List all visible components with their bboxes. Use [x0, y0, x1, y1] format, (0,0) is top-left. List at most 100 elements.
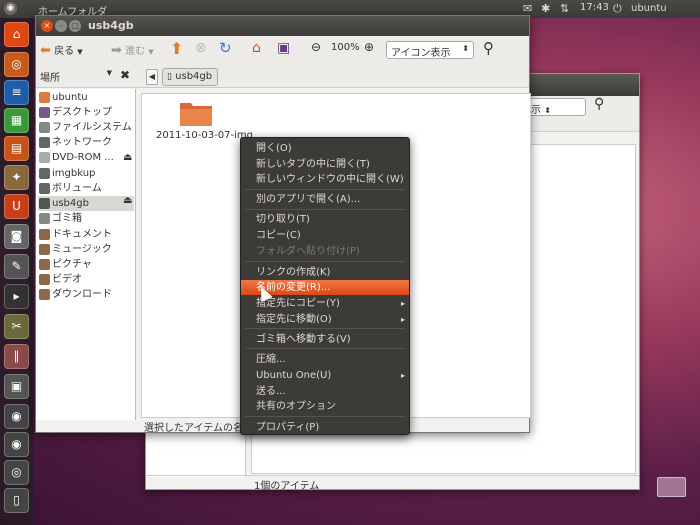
- bluetooth-icon[interactable]: ✱: [541, 2, 550, 15]
- firefox-icon[interactable]: ◎: [4, 52, 29, 77]
- forward-arrow-icon: ➡: [111, 43, 122, 58]
- sidebar-item-2[interactable]: ファイルシステム: [38, 120, 134, 135]
- usb-drive-icon[interactable]: ▯: [4, 488, 29, 513]
- mail-icon[interactable]: ✉: [523, 2, 532, 15]
- sidebar-item-7[interactable]: usb4gb: [38, 196, 134, 211]
- camera-icon[interactable]: ◙: [4, 224, 29, 249]
- software-center-icon[interactable]: ✦: [4, 165, 29, 190]
- menu-item-15[interactable]: 共有のオプション: [241, 399, 409, 414]
- eject-dvd-icon[interactable]: ⏏: [123, 152, 132, 163]
- menu-item-16[interactable]: プロパティ(P): [241, 420, 409, 435]
- sidebar-item-icon: [39, 107, 50, 118]
- stop-icon[interactable]: ⊗: [195, 40, 207, 56]
- sidebar-item-3[interactable]: ネットワーク: [38, 135, 134, 150]
- menu-item-5[interactable]: コピー(C): [241, 228, 409, 243]
- sidebar-item-icon: [39, 289, 50, 300]
- disk-icon-2[interactable]: ◉: [4, 432, 29, 457]
- sidebar-item-0[interactable]: ubuntu: [38, 90, 134, 105]
- eject-usb-icon[interactable]: ⏏: [123, 195, 132, 206]
- view-mode-select[interactable]: アイコン表示 ⬍: [386, 41, 474, 59]
- zoom-in-icon[interactable]: ⊕: [364, 40, 374, 54]
- text-editor-icon[interactable]: ✎: [4, 254, 29, 279]
- sidebar-item-label: ドキュメント: [52, 229, 112, 240]
- menu-item-3[interactable]: 別のアプリで開く(A)...: [241, 192, 409, 207]
- forward-label: 進む: [125, 46, 146, 57]
- pencils-icon[interactable]: ∥: [4, 344, 29, 369]
- menu-item-label: リンクの作成(K): [256, 267, 331, 278]
- background-search-icon[interactable]: ⚲: [594, 96, 604, 112]
- calc-icon[interactable]: ▦: [4, 108, 29, 133]
- search-icon[interactable]: ⚲: [483, 39, 494, 57]
- zoom-out-icon[interactable]: ⊖: [311, 40, 321, 54]
- window-titlebar[interactable]: × – □ usb4gb: [36, 16, 529, 36]
- minimize-icon[interactable]: –: [55, 20, 67, 32]
- menu-separator: [245, 328, 405, 329]
- sidebar-item-5[interactable]: imgbkup: [38, 166, 134, 181]
- breadcrumb-usb4gb[interactable]: ▯ usb4gb: [162, 68, 218, 86]
- cd-icon[interactable]: ◎: [4, 460, 29, 485]
- window-title: usb4gb: [88, 19, 134, 32]
- disk-icon[interactable]: ◉: [4, 404, 29, 429]
- menu-item-11[interactable]: ゴミ箱へ移動する(V): [241, 332, 409, 347]
- menu-item-0[interactable]: 開く(O): [241, 141, 409, 156]
- workspace-switcher[interactable]: [657, 477, 686, 497]
- breadcrumb-label: usb4gb: [175, 71, 213, 82]
- user-name[interactable]: ubuntu: [631, 3, 667, 14]
- close-icon[interactable]: ×: [41, 20, 53, 32]
- sidebar-item-12[interactable]: ビデオ: [38, 272, 134, 287]
- menu-separator: [245, 261, 405, 262]
- impress-icon[interactable]: ▤: [4, 136, 29, 161]
- sidebar-item-label: imgbkup: [52, 168, 96, 179]
- back-button[interactable]: ⬅ 戻る ▼: [40, 42, 83, 58]
- menu-item-14[interactable]: 送る...: [241, 384, 409, 399]
- maximize-icon[interactable]: □: [69, 20, 81, 32]
- sidebar-item-label: ファイルシステム: [52, 122, 132, 133]
- sidebar-item-icon: [39, 137, 50, 148]
- menu-item-1[interactable]: 新しいタブの中に開く(T): [241, 157, 409, 172]
- clock[interactable]: 17:43: [580, 2, 609, 13]
- home-icon[interactable]: ⌂: [252, 40, 261, 56]
- menu-item-10[interactable]: 指定先に移動(O) ▸: [241, 312, 409, 327]
- system-monitor-icon[interactable]: ▣: [4, 374, 29, 399]
- menu-item-4[interactable]: 切り取り(T): [241, 212, 409, 227]
- up-arrow-icon[interactable]: ⬆: [170, 39, 183, 58]
- menu-item-label: フォルダへ貼り付け(P): [256, 246, 360, 257]
- ubuntu-one-icon[interactable]: U: [4, 194, 29, 219]
- reload-icon[interactable]: ↻: [219, 39, 232, 57]
- forward-button[interactable]: ➡ 進む ▼: [111, 42, 154, 58]
- sidebar-item-icon: [39, 92, 50, 103]
- menu-item-label: 新しいタブの中に開く(T): [256, 159, 370, 170]
- sidebar-item-4[interactable]: DVD-ROM ...: [38, 150, 134, 165]
- sidebar-item-11[interactable]: ピクチャ: [38, 257, 134, 272]
- computer-icon[interactable]: ▣: [277, 40, 290, 56]
- terminal-icon[interactable]: ▸: [4, 284, 29, 309]
- folder-icon[interactable]: [179, 99, 213, 127]
- tools-icon[interactable]: ✂: [4, 314, 29, 339]
- close-sidebar-icon[interactable]: ✖: [120, 68, 130, 82]
- menu-item-12[interactable]: 圧縮...: [241, 352, 409, 367]
- submenu-arrow-icon: ▸: [400, 299, 405, 308]
- power-icon[interactable]: ⏻: [613, 2, 622, 16]
- menu-item-label: 圧縮...: [256, 354, 286, 365]
- ubuntu-logo-icon[interactable]: ◉: [4, 2, 17, 15]
- back-arrow-icon: ⬅: [40, 43, 51, 58]
- folder-name[interactable]: 2011-10-03-07-img: [156, 130, 253, 141]
- menu-item-7[interactable]: リンクの作成(K): [241, 265, 409, 280]
- sidebar-item-label: ubuntu: [52, 92, 88, 103]
- menu-item-6: フォルダへ貼り付け(P): [241, 244, 409, 259]
- sidebar-item-8[interactable]: ゴミ箱: [38, 211, 134, 226]
- sidebar-item-13[interactable]: ダウンロード: [38, 287, 134, 302]
- writer-icon[interactable]: ≡: [4, 80, 29, 105]
- sidebar-item-icon: [39, 259, 50, 270]
- sidebar-item-label: DVD-ROM ...: [52, 152, 114, 163]
- network-icon[interactable]: ⇅: [560, 2, 569, 15]
- home-folder-icon[interactable]: ⌂: [4, 22, 29, 47]
- sidebar-item-9[interactable]: ドキュメント: [38, 227, 134, 242]
- breadcrumb-prev-button[interactable]: ◀: [146, 69, 158, 85]
- sidebar-item-6[interactable]: ボリューム: [38, 181, 134, 196]
- sidebar-item-1[interactable]: デスクトップ: [38, 105, 134, 120]
- menu-item-13[interactable]: Ubuntu One(U) ▸: [241, 368, 409, 383]
- menu-item-2[interactable]: 新しいウィンドウの中に開く(W): [241, 172, 409, 187]
- sidebar-places-select[interactable]: 場所 ▼: [40, 69, 112, 84]
- sidebar-item-10[interactable]: ミュージック: [38, 242, 134, 257]
